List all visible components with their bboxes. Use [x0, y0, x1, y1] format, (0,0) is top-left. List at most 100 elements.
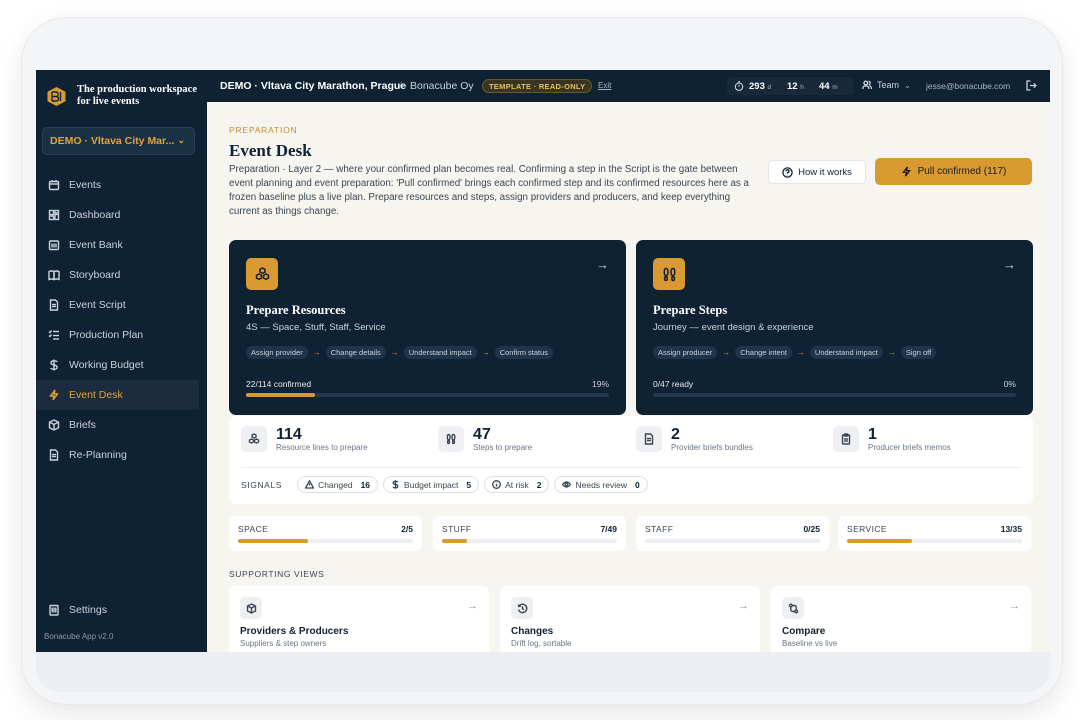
sidebar-item-settings[interactable]: Settings	[36, 595, 207, 625]
providers-producers-card[interactable]: → Providers & Producers Suppliers & step…	[229, 586, 489, 652]
sidebar-item-production-plan[interactable]: Production Plan	[36, 320, 207, 350]
logout-icon[interactable]	[1026, 80, 1037, 91]
stat-label: Producer briefs memos	[868, 443, 951, 452]
how-it-works-button[interactable]: How it works	[768, 160, 866, 184]
sidebar-item-working-budget[interactable]: Working Budget	[36, 350, 207, 380]
prepare-steps-card[interactable]: → Prepare Steps Journey — event design &…	[636, 240, 1033, 415]
signal-label: At risk	[505, 479, 529, 490]
page-title: Event Desk	[229, 141, 312, 160]
progress-label: 0/47 ready	[653, 379, 694, 389]
stat-resource-lines[interactable]: 114 Resource lines to prepare	[241, 426, 368, 460]
page-description: Preparation · Layer 2 — where your confi…	[229, 164, 750, 217]
category-progress-bar	[847, 539, 1022, 543]
signal-count: 0	[634, 479, 640, 490]
resources-icon-box	[246, 258, 278, 290]
category-stuff[interactable]: STUFF 7/49	[433, 516, 626, 551]
signals-label: SIGNALS	[241, 479, 283, 490]
team-label: Team	[877, 80, 900, 90]
progress-bar	[653, 393, 1016, 397]
sidebar-item-dashboard[interactable]: Dashboard	[36, 200, 207, 230]
signal-label: Budget impact	[404, 479, 459, 490]
card-subtitle: Suppliers & step owners	[240, 639, 327, 648]
stat-steps[interactable]: 47 Steps to prepare	[438, 426, 532, 460]
box-icon	[240, 597, 262, 619]
signal-at-risk[interactable]: At risk 2	[484, 476, 550, 493]
sidebar-item-storyboard[interactable]: Storyboard	[36, 260, 207, 290]
category-service[interactable]: SERVICE 13/35	[838, 516, 1031, 551]
stack-cubes-icon	[241, 426, 267, 452]
signal-budget-impact[interactable]: Budget impact 5	[383, 476, 480, 493]
brand-tagline: The production workspace for live events	[77, 84, 197, 107]
card-title: Prepare Steps	[653, 303, 728, 317]
arrow-right-icon: →	[1009, 600, 1020, 612]
countdown-minutes: 44 m	[819, 81, 838, 92]
compare-card[interactable]: → Compare Baseline vs live	[771, 586, 1031, 652]
workflow-chip: Understand impact	[403, 346, 477, 359]
history-icon	[511, 597, 533, 619]
chevron-down-icon: ⌄	[177, 135, 185, 145]
stat-producer-briefs[interactable]: 1 Producer briefs memos	[833, 426, 951, 460]
event-selector[interactable]: DEMO · Vltava City Mar... ⌄	[42, 127, 195, 155]
calendar-icon	[48, 180, 60, 191]
arrow-right-icon: →	[467, 600, 478, 612]
sidebar: The production workspace for live events…	[36, 70, 207, 652]
countdown-timer: 293 d 12 h 44 m	[727, 77, 853, 95]
prepare-resources-card[interactable]: → Prepare Resources 4S — Space, Stuff, S…	[229, 240, 626, 415]
changes-card[interactable]: → Changes Drift log, sortable	[500, 586, 760, 652]
sidebar-item-label: Production Plan	[69, 329, 144, 341]
progress-fill	[238, 539, 308, 543]
category-count: 0/25	[803, 524, 820, 534]
team-menu[interactable]: Team ⌄	[862, 80, 911, 90]
dollar-icon	[50, 359, 58, 371]
workflow-chip: Assign producer	[653, 346, 718, 359]
signal-label: Needs review	[575, 479, 627, 490]
info-circle-icon	[492, 480, 502, 489]
workflow-chip: Change details	[325, 346, 386, 359]
pull-confirmed-label: Pull confirmed (117)	[917, 166, 1007, 177]
category-name: STUFF	[442, 524, 472, 534]
footprints-icon	[438, 426, 464, 452]
progress-percent: 19%	[591, 379, 609, 389]
event-title[interactable]: DEMO · Vltava City Marathon, Prague	[220, 80, 406, 92]
signal-label: Changed	[318, 479, 353, 490]
steps-icon-box	[653, 258, 685, 290]
sidebar-nav: Events Dashboard Event Bank Storyboard E…	[36, 170, 207, 616]
brand[interactable]: The production workspace for live events	[46, 84, 197, 108]
topbar: DEMO · Vltava City Marathon, Prague / Bo…	[207, 70, 1050, 102]
category-staff[interactable]: STAFF 0/25	[636, 516, 829, 551]
stat-label: Resource lines to prepare	[276, 443, 368, 452]
countdown-days: 293 d	[749, 81, 772, 92]
dollar-icon	[392, 480, 399, 489]
user-email[interactable]: jesse@bonacube.com	[926, 81, 1010, 91]
pull-confirmed-button[interactable]: Pull confirmed (117)	[875, 158, 1032, 185]
sidebar-item-re-planning[interactable]: Re-Planning	[36, 440, 207, 470]
chevron-down-icon: ⌄	[904, 80, 911, 90]
arrow-right-icon: →	[596, 257, 609, 272]
eye-icon	[562, 481, 572, 488]
card-title: Changes	[511, 626, 554, 637]
sidebar-item-briefs[interactable]: Briefs	[36, 410, 207, 440]
sidebar-item-event-script[interactable]: Event Script	[36, 290, 207, 320]
category-name: SPACE	[238, 524, 269, 534]
arrow-right-icon: →	[738, 600, 749, 612]
workflow-steps: Assign provider → Change details → Under…	[246, 346, 554, 359]
card-title: Compare	[782, 626, 826, 637]
workflow-steps: Assign producer → Change intent → Unders…	[653, 346, 937, 359]
sidebar-item-event-bank[interactable]: Event Bank	[36, 230, 207, 260]
sidebar-item-label: Events	[69, 179, 102, 191]
org-name[interactable]: Bonacube Oy	[410, 80, 474, 92]
progress-bar	[246, 393, 609, 397]
sidebar-item-event-desk[interactable]: Event Desk	[36, 380, 199, 410]
exit-link[interactable]: Exit	[598, 81, 611, 90]
signal-count: 5	[466, 479, 472, 490]
signal-changed[interactable]: Changed 16	[297, 476, 379, 493]
sidebar-item-label: Re-Planning	[69, 449, 127, 461]
workflow-chip: Change intent	[735, 346, 792, 359]
signal-needs-review[interactable]: Needs review 0	[554, 476, 648, 493]
sidebar-item-events[interactable]: Events	[36, 170, 207, 200]
stat-provider-briefs[interactable]: 2 Provider briefs bundles	[636, 426, 753, 460]
category-space[interactable]: SPACE 2/5	[229, 516, 422, 551]
sidebar-item-label: Settings	[69, 604, 107, 616]
sidebar-item-label: Event Desk	[69, 389, 123, 401]
signal-count: 2	[536, 479, 542, 490]
